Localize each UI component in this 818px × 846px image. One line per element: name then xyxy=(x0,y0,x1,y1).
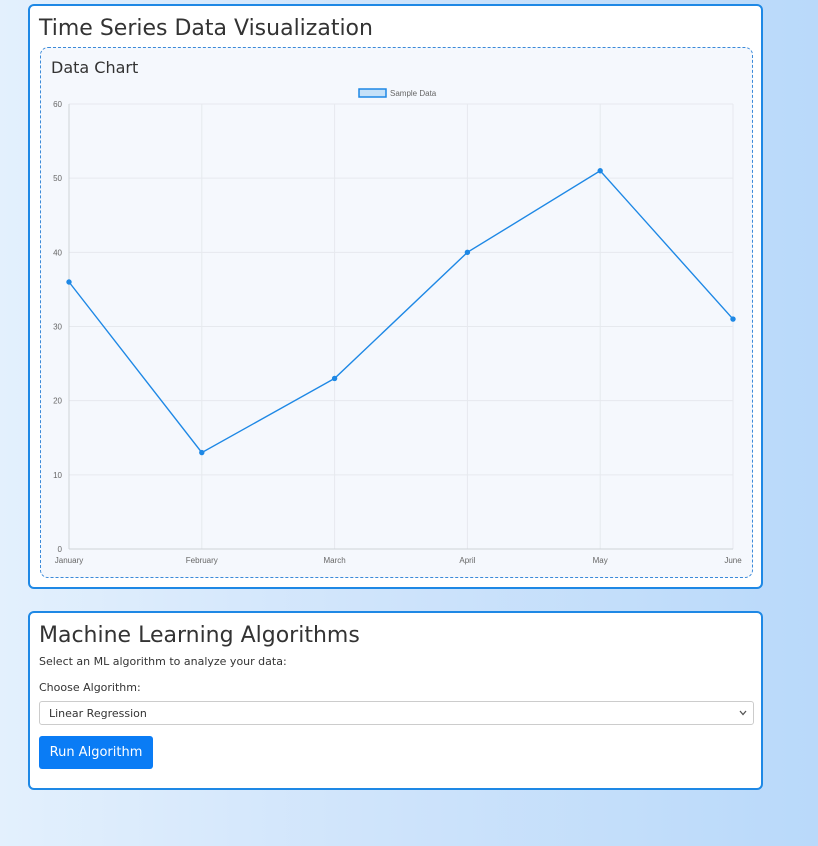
data-point xyxy=(730,316,736,322)
visualization-panel: Time Series Data Visualization Data Char… xyxy=(28,4,763,589)
ml-description: Select an ML algorithm to analyze your d… xyxy=(39,655,287,668)
data-point xyxy=(66,279,72,285)
data-point xyxy=(199,449,205,456)
algorithm-label: Choose Algorithm: xyxy=(39,681,141,694)
y-tick-label: 40 xyxy=(53,248,62,257)
line-chart: 0 10 20 30 40 50 60 January February March April Ma… xyxy=(53,88,742,565)
run-algorithm-button[interactable]: Run Algorithm xyxy=(39,736,153,769)
x-tick-label: March xyxy=(323,556,345,565)
legend-swatch xyxy=(358,88,387,98)
data-point xyxy=(464,249,471,256)
data-point xyxy=(597,168,603,174)
chart-container: Data Chart 0 10 20 30 40 50 60 January February M… xyxy=(40,47,753,578)
visualization-title: Time Series Data Visualization xyxy=(39,16,373,41)
x-tick-label: April xyxy=(459,556,475,565)
chevron-down-icon xyxy=(739,710,747,716)
data-point xyxy=(331,375,338,382)
algorithm-select[interactable]: Linear Regression xyxy=(39,701,754,725)
y-tick-label: 60 xyxy=(53,100,62,109)
y-tick-label: 50 xyxy=(53,174,62,183)
ml-panel: Machine Learning Algorithms Select an ML… xyxy=(28,611,763,790)
y-tick-label: 10 xyxy=(53,471,62,480)
algorithm-select-value: Linear Regression xyxy=(49,707,147,720)
ml-title: Machine Learning Algorithms xyxy=(39,623,360,648)
x-tick-label: February xyxy=(186,556,218,565)
x-tick-label: May xyxy=(593,556,608,565)
x-tick-label: January xyxy=(55,556,83,565)
y-tick-label: 0 xyxy=(58,545,63,554)
y-tick-label: 30 xyxy=(53,323,62,332)
x-tick-label: June xyxy=(724,556,742,565)
y-tick-label: 20 xyxy=(53,397,62,406)
legend-label: Sample Data xyxy=(390,89,437,98)
series-line xyxy=(68,169,734,454)
